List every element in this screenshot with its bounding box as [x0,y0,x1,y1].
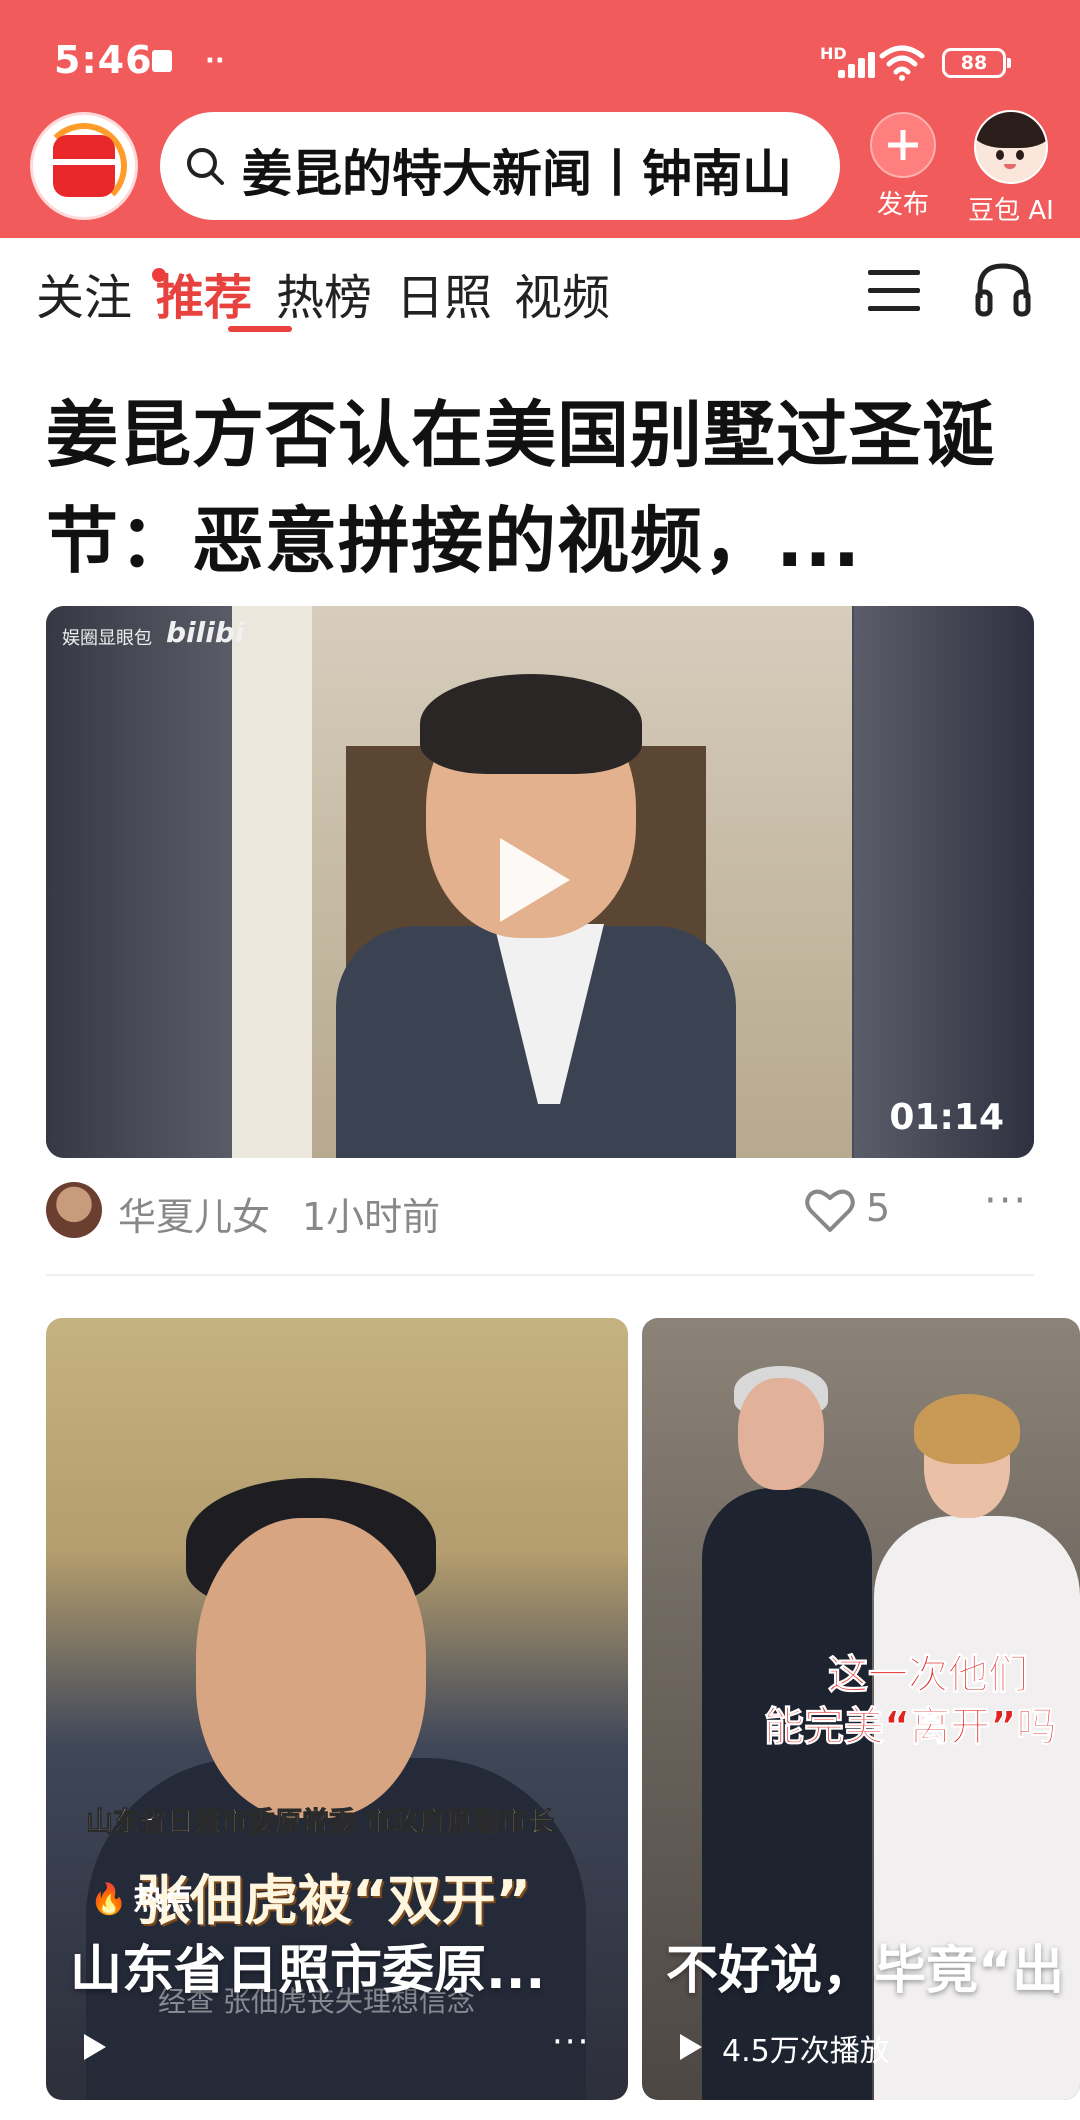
ai-avatar-icon [974,110,1048,184]
card-overlay-caption: 这一次他们 [828,1652,1029,1699]
tab-hot-list[interactable]: 热榜 [276,258,372,328]
video-card-left[interactable]: 山东省日照市委原常委 市政府原副市长 张佃虎被“双开” 🔥 热点 经查 张佃虎丧失… [46,1318,628,2100]
tab-video[interactable]: 视频 [514,258,610,328]
plus-icon [870,112,936,178]
video-person-hair [420,674,642,774]
hot-badge-label: 热点 [133,1882,194,1917]
tab-recommend[interactable]: 推荐 [156,258,252,328]
video-thumbnail[interactable]: 娱圈显眼包 bilibi 01:14 [46,606,1034,1158]
flame-icon: 🔥 [90,1882,128,1917]
top-header: 5:46 ·· HD 88 姜昆的特大新闻丨钟南山 发布 豆包 AI [0,0,1080,238]
play-icon [84,2034,106,2060]
sim-card-icon [152,50,172,72]
card-person-head [196,1518,426,1818]
video-watermark: 娱圈显眼包 [62,628,152,649]
play-icon[interactable] [500,838,570,922]
tab-rizhao[interactable]: 日照 [396,258,492,328]
play-count: 4.5万次播放 [722,2034,890,2069]
play-icon [680,2034,702,2060]
video-pillar [232,606,312,1158]
author-name[interactable]: 华夏儿女 [118,1186,270,1241]
post-time: 1小时前 [302,1195,441,1239]
search-query-text: 姜昆的特大新闻丨钟南山 [242,145,792,203]
app-logo[interactable] [30,112,138,220]
article-meta: 华夏儿女 1小时前 5 ··· [46,1178,1036,1244]
video-blur-left [46,606,236,1158]
card-person1-body [702,1488,872,2100]
article-title[interactable]: 姜昆方否认在美国别墅过圣诞节：恶意拼接的视频，... [46,382,1036,594]
more-options-icon[interactable]: ··· [984,1178,1028,1224]
card-person2-body [874,1516,1080,2100]
card-overlay-headline: 张佃虎被“双开” [136,1869,531,1932]
video-blur-right [854,606,1034,1158]
menu-icon[interactable] [868,268,920,312]
doubao-ai-button[interactable]: 豆包 AI [952,110,1070,227]
feed-divider [46,1274,1034,1276]
search-icon [187,148,224,185]
card-overlay-headline: 能完美“离开”吗 [764,1704,1058,1751]
card-overlay-caption: 山东省日照市委原常委 市政府原副市长 [85,1807,555,1839]
publish-label: 发布 [876,190,929,220]
headphone-icon[interactable] [972,258,1034,320]
bilibili-watermark: bilibi [166,616,245,649]
more-options-icon[interactable]: ··· [552,2022,590,2062]
ai-label: 豆包 AI [968,196,1054,226]
battery-icon: 88 [942,48,1006,78]
card-person2-hair [914,1394,1020,1464]
status-time: 5:46 [54,38,153,82]
status-bar: 5:46 ·· HD 88 [0,0,1080,90]
hot-badge: 🔥 热点 [90,1874,193,1918]
wifi-icon [879,45,925,81]
notification-dots-icon: ·· [205,46,225,76]
logo-box [53,135,115,197]
video-duration: 01:14 [889,1097,1004,1138]
heart-icon[interactable] [804,1186,856,1234]
battery-tip [1007,58,1011,68]
card-person1-head [738,1378,824,1490]
search-bar[interactable]: 姜昆的特大新闻丨钟南山 [160,112,840,220]
publish-button[interactable]: 发布 [858,112,948,221]
card-title: 不好说，毕竟“出 [666,1941,1065,2001]
author-avatar[interactable] [46,1182,102,1238]
tab-follow[interactable]: 关注 [36,258,132,328]
card-title: 山东省日照市委原... [70,1941,546,2001]
like-count: 5 [866,1186,891,1230]
logo-band [53,159,115,165]
video-card-right[interactable]: 这一次他们 能完美“离开”吗 不好说，毕竟“出 4.5万次播放 [642,1318,1080,2100]
